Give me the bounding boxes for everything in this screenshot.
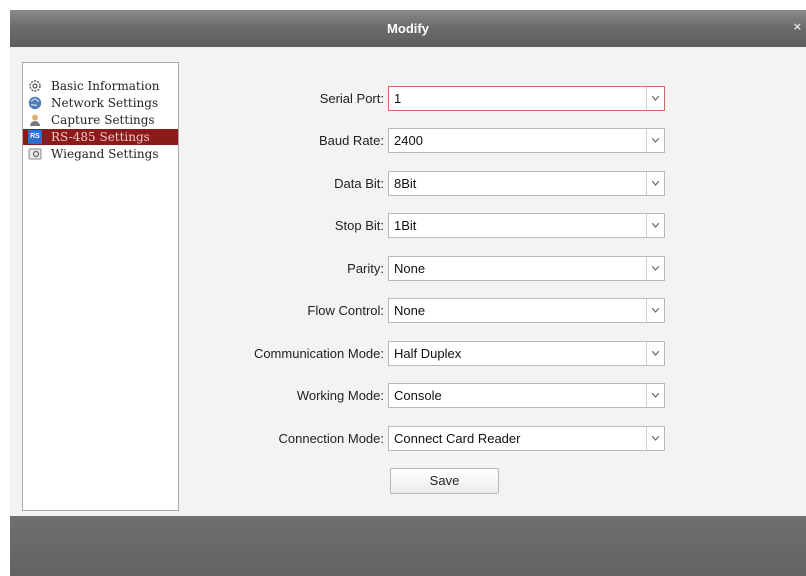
dialog-titlebar[interactable]: Modify × [10, 10, 806, 47]
chevron-down-icon[interactable] [646, 384, 664, 407]
chevron-down-icon[interactable] [646, 342, 664, 365]
modify-dialog: Modify × Basic Information Network Setti… [10, 10, 806, 576]
connection-mode-label: Connection Mode: [278, 431, 384, 446]
chevron-down-icon[interactable] [646, 172, 664, 195]
communication-mode-label: Communication Mode: [253, 346, 384, 361]
communication-mode-value: Half Duplex [394, 346, 462, 361]
data-bit-value: 8Bit [394, 176, 417, 191]
dialog-title: Modify [387, 21, 429, 36]
sidebar-item-capture-settings[interactable]: Capture Settings [23, 112, 178, 128]
chevron-down-icon[interactable] [646, 299, 664, 322]
working-mode-select[interactable]: Console [388, 383, 665, 408]
chevron-down-icon[interactable] [646, 87, 664, 110]
sidebar-item-label: Basic Information [51, 79, 160, 93]
connection-mode-value: Connect Card Reader [394, 431, 521, 446]
communication-mode-select[interactable]: Half Duplex [388, 341, 665, 366]
serial-port-select[interactable]: 1 [388, 86, 665, 111]
stop-bit-value: 1Bit [394, 218, 417, 233]
stop-bit-label: Stop Bit: [334, 218, 384, 233]
user-icon [28, 113, 42, 127]
sidebar-item-basic-information[interactable]: Basic Information [23, 78, 178, 94]
working-mode-value: Console [394, 388, 442, 403]
sidebar-item-label: Wiegand Settings [51, 147, 159, 161]
data-bit-select[interactable]: 8Bit [388, 171, 665, 196]
close-icon[interactable]: × [793, 20, 802, 33]
sidebar-item-label: Network Settings [51, 96, 159, 110]
stop-bit-select[interactable]: 1Bit [388, 213, 665, 238]
globe-icon [28, 96, 42, 110]
sidebar-item-network-settings[interactable]: Network Settings [23, 95, 178, 111]
sidebar-item-label: RS-485 Settings [51, 130, 150, 144]
chevron-down-icon[interactable] [646, 129, 664, 152]
settings-nav: Basic Information Network Settings Captu… [22, 62, 179, 511]
parity-select[interactable]: None [388, 256, 665, 281]
connection-mode-select[interactable]: Connect Card Reader [388, 426, 665, 451]
dialog-body: Basic Information Network Settings Captu… [10, 47, 806, 516]
data-bit-label: Data Bit: [334, 176, 384, 191]
flow-control-select[interactable]: None [388, 298, 665, 323]
baud-rate-select[interactable]: 2400 [388, 128, 665, 153]
working-mode-label: Working Mode: [296, 388, 384, 403]
parity-label: Parity: [347, 261, 384, 276]
flow-control-value: None [394, 303, 426, 318]
card-reader-icon [28, 147, 42, 161]
sidebar-item-rs485-settings[interactable]: RS RS-485 Settings [23, 129, 178, 145]
serial-port-label: Serial Port: [319, 91, 384, 106]
sidebar-item-wiegand-settings[interactable]: Wiegand Settings [23, 146, 178, 162]
baud-rate-label: Baud Rate: [318, 133, 384, 148]
save-button[interactable]: Save [390, 468, 499, 494]
baud-rate-value: 2400 [394, 133, 423, 148]
gear-icon [28, 79, 42, 93]
sidebar-item-label: Capture Settings [51, 113, 155, 127]
dialog-footer [10, 516, 806, 576]
flow-control-label: Flow Control: [307, 303, 384, 318]
rs-icon: RS [28, 130, 42, 144]
parity-value: None [394, 261, 426, 276]
chevron-down-icon[interactable] [646, 257, 664, 280]
serial-port-value: 1 [394, 91, 402, 106]
chevron-down-icon[interactable] [646, 427, 664, 450]
close-button[interactable]: × [793, 20, 802, 33]
chevron-down-icon[interactable] [646, 214, 664, 237]
